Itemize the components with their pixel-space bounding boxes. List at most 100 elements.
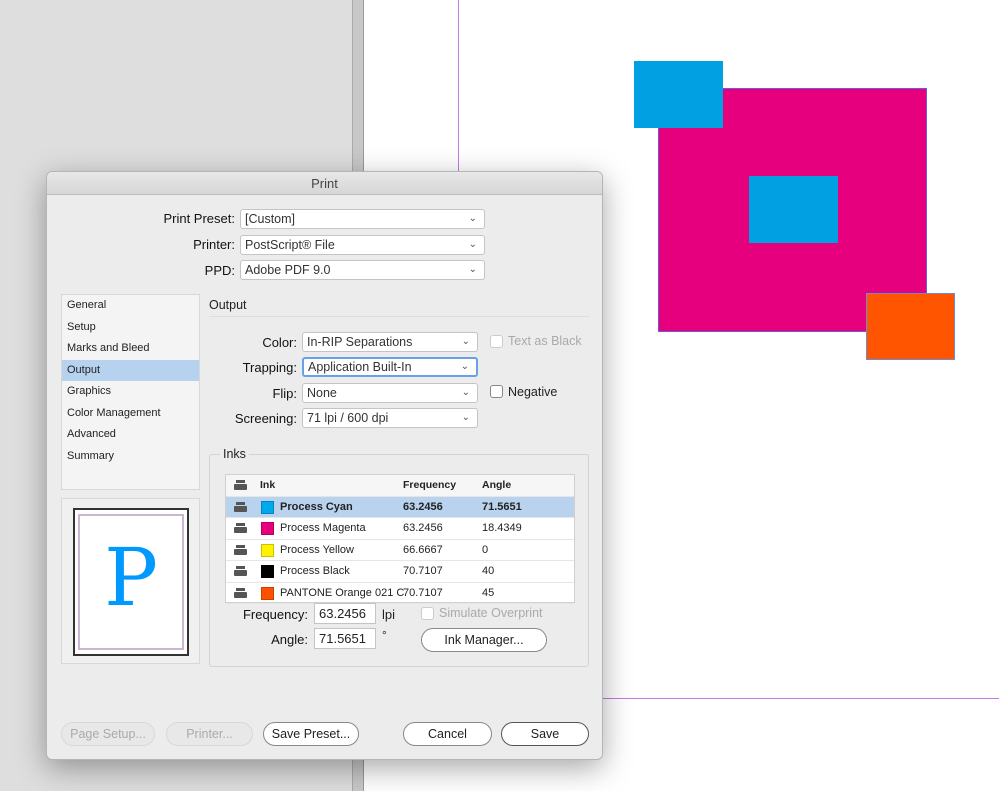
ppd-select[interactable]: Adobe PDF 9.0 ⌄ bbox=[240, 260, 485, 280]
ink-angle: 45 bbox=[482, 586, 495, 599]
ink-swatch bbox=[261, 522, 274, 535]
trapping-label: Trapping: bbox=[242, 360, 297, 375]
ink-manager-button[interactable]: Ink Manager... bbox=[421, 628, 547, 652]
cyan-rectangle-center[interactable] bbox=[749, 176, 838, 243]
printer-select[interactable]: PostScript® File ⌄ bbox=[240, 235, 485, 255]
printer-icon[interactable] bbox=[234, 544, 247, 556]
inks-group: Inks Ink Frequency Angle Process Cyan 63… bbox=[209, 447, 589, 667]
inks-table: Ink Frequency Angle Process Cyan 63.2456… bbox=[225, 474, 575, 604]
printer-label: Printer: bbox=[193, 237, 235, 252]
chevron-down-icon: ⌄ bbox=[460, 361, 469, 372]
page-preview: P bbox=[61, 498, 200, 664]
printer-icon[interactable] bbox=[234, 523, 247, 534]
screening-label: Screening: bbox=[234, 411, 297, 426]
print-preset-label: Print Preset: bbox=[163, 211, 235, 226]
print-preset-value: [Custom] bbox=[245, 212, 296, 226]
flip-label: Flip: bbox=[272, 386, 297, 401]
col-ink[interactable]: Ink bbox=[260, 475, 275, 497]
nav-item-graphics[interactable]: Graphics bbox=[62, 381, 199, 403]
chevron-down-icon: ⌄ bbox=[468, 264, 477, 275]
printer-icon[interactable] bbox=[234, 566, 247, 577]
chevron-down-icon: ⌄ bbox=[468, 239, 477, 250]
printer-icon[interactable] bbox=[234, 501, 247, 513]
frequency-label: Frequency: bbox=[242, 607, 308, 622]
nav-item-summary[interactable]: Summary bbox=[62, 446, 199, 468]
ink-frequency: 63.2456 bbox=[403, 500, 443, 513]
color-value: In-RIP Separations bbox=[307, 335, 413, 349]
ink-swatch bbox=[261, 565, 274, 578]
chevron-down-icon: ⌄ bbox=[461, 336, 470, 347]
ink-angle: 18.4349 bbox=[482, 522, 522, 534]
ink-angle: 0 bbox=[482, 543, 489, 556]
frequency-unit: lpi bbox=[382, 607, 396, 622]
angle-label: Angle: bbox=[271, 632, 308, 647]
cancel-button[interactable]: Cancel bbox=[403, 722, 492, 746]
frequency-input[interactable]: 63.2456 bbox=[314, 603, 376, 624]
printer-icon bbox=[234, 480, 247, 491]
negative-checkbox[interactable] bbox=[490, 385, 503, 398]
flip-select[interactable]: None ⌄ bbox=[302, 383, 478, 403]
chevron-down-icon: ⌄ bbox=[461, 387, 470, 398]
divider bbox=[209, 316, 589, 317]
ink-row[interactable]: Process Yellow 66.6667 0 bbox=[226, 540, 574, 561]
screening-select[interactable]: 71 lpi / 600 dpi ⌄ bbox=[302, 408, 478, 428]
page-setup-button[interactable]: Page Setup... bbox=[61, 722, 155, 746]
inks-heading: Inks bbox=[220, 447, 249, 461]
chevron-down-icon: ⌄ bbox=[461, 412, 470, 423]
nav-item-marks-and-bleed[interactable]: Marks and Bleed bbox=[62, 338, 199, 360]
chevron-down-icon: ⌄ bbox=[468, 213, 477, 224]
orange-rectangle[interactable] bbox=[866, 293, 955, 360]
ink-swatch bbox=[261, 500, 274, 514]
ink-angle: 40 bbox=[482, 565, 495, 577]
ink-frequency: 63.2456 bbox=[403, 522, 443, 534]
ink-frequency: 66.6667 bbox=[403, 543, 443, 556]
trapping-value: Application Built-In bbox=[308, 360, 412, 374]
printer-value: PostScript® File bbox=[245, 238, 335, 252]
text-as-black-checkbox[interactable] bbox=[490, 335, 503, 348]
ink-row[interactable]: Process Black 70.7107 40 bbox=[226, 561, 574, 583]
ink-row[interactable]: PANTONE Orange 021 C 70.7107 45 bbox=[226, 583, 574, 604]
col-angle[interactable]: Angle bbox=[482, 475, 511, 497]
nav-item-advanced[interactable]: Advanced bbox=[62, 424, 199, 446]
color-label: Color: bbox=[262, 335, 297, 350]
ink-angle: 71.5651 bbox=[482, 500, 522, 513]
preview-sheet: P bbox=[73, 508, 189, 656]
preview-letter: P bbox=[104, 531, 158, 624]
ink-frequency: 70.7107 bbox=[403, 565, 443, 577]
save-preset-button[interactable]: Save Preset... bbox=[263, 722, 359, 746]
angle-unit: ° bbox=[382, 628, 387, 642]
dialog-title: Print bbox=[47, 172, 602, 195]
nav-item-setup[interactable]: Setup bbox=[62, 317, 199, 339]
print-dialog: Print Print Preset: [Custom] ⌄ Printer: P… bbox=[46, 171, 603, 760]
ppd-value: Adobe PDF 9.0 bbox=[245, 263, 331, 277]
ink-swatch bbox=[261, 586, 274, 600]
table-header: Ink Frequency Angle bbox=[226, 475, 574, 497]
printer-button[interactable]: Printer... bbox=[166, 722, 253, 746]
ppd-label: PPD: bbox=[204, 263, 235, 278]
text-as-black-label: Text as Black bbox=[508, 334, 582, 348]
nav-item-output[interactable]: Output bbox=[62, 359, 199, 381]
nav-item-color-management[interactable]: Color Management bbox=[62, 403, 199, 425]
printer-icon[interactable] bbox=[234, 587, 247, 599]
ink-row[interactable]: Process Magenta 63.2456 18.4349 bbox=[226, 518, 574, 540]
ink-name: PANTONE Orange 021 C bbox=[280, 586, 405, 599]
category-list: General Setup Marks and Bleed Output Gra… bbox=[61, 294, 200, 490]
ink-name: Process Cyan bbox=[280, 500, 353, 513]
ink-swatch bbox=[261, 543, 274, 557]
save-button[interactable]: Save bbox=[501, 722, 589, 746]
negative-label: Negative bbox=[508, 385, 558, 399]
nav-item-general[interactable]: General bbox=[62, 295, 199, 317]
trapping-select[interactable]: Application Built-In ⌄ bbox=[302, 357, 478, 377]
color-select[interactable]: In-RIP Separations ⌄ bbox=[302, 332, 478, 352]
ink-frequency: 70.7107 bbox=[403, 586, 443, 599]
col-frequency[interactable]: Frequency bbox=[403, 475, 456, 497]
output-heading: Output bbox=[209, 298, 247, 312]
screening-value: 71 lpi / 600 dpi bbox=[307, 411, 389, 425]
cyan-rectangle-top[interactable] bbox=[634, 61, 723, 128]
ink-row[interactable]: Process Cyan 63.2456 71.5651 bbox=[226, 496, 574, 518]
print-preset-select[interactable]: [Custom] ⌄ bbox=[240, 209, 485, 229]
simulate-overprint-checkbox[interactable] bbox=[421, 607, 434, 620]
angle-input[interactable]: 71.5651 bbox=[314, 628, 376, 649]
ink-name: Process Black bbox=[280, 565, 350, 577]
simulate-overprint-label: Simulate Overprint bbox=[439, 606, 543, 620]
